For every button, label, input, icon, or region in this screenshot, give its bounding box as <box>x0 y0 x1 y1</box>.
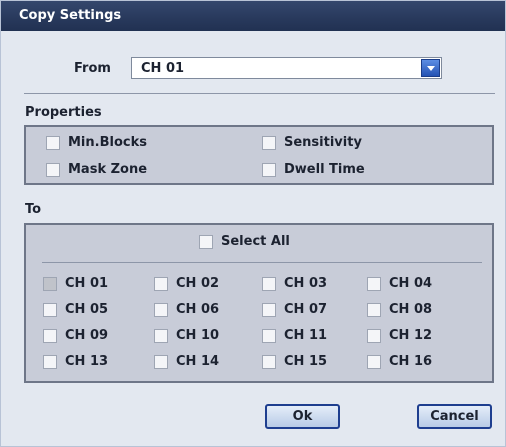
from-label: From <box>74 61 111 76</box>
checkbox[interactable] <box>154 277 168 291</box>
checkbox[interactable] <box>262 136 276 150</box>
divider <box>24 93 495 94</box>
checkbox[interactable] <box>262 277 276 291</box>
checkbox[interactable] <box>154 355 168 369</box>
checkbox-label: CH 10 <box>176 328 220 343</box>
checkbox[interactable] <box>43 329 57 343</box>
checkbox[interactable] <box>46 163 60 177</box>
checkbox-label: CH 14 <box>176 354 220 369</box>
ok-button[interactable]: Ok <box>265 404 340 429</box>
checkbox-label: CH 08 <box>389 302 433 317</box>
properties-group: Min.Blocks Sensitivity Mask Zone Dwell T… <box>24 125 494 185</box>
divider <box>42 262 482 263</box>
cancel-button[interactable]: Cancel <box>417 404 492 429</box>
to-label: To <box>25 202 42 217</box>
checkbox[interactable] <box>367 355 381 369</box>
title-bar: Copy Settings <box>1 1 505 31</box>
checkbox[interactable] <box>262 303 276 317</box>
checkbox-label: CH 02 <box>176 276 220 291</box>
checkbox-label: Dwell Time <box>284 162 365 177</box>
copy-settings-dialog: Copy Settings From CH 01 Properties Min.… <box>0 0 506 447</box>
checkbox-label: CH 09 <box>65 328 109 343</box>
checkbox-label: CH 12 <box>389 328 433 343</box>
checkbox-label: CH 05 <box>65 302 109 317</box>
checkbox[interactable] <box>154 303 168 317</box>
to-group: Select All CH 01 CH 02 CH 03 CH 04 CH 05… <box>24 223 494 383</box>
checkbox-label: Mask Zone <box>68 162 148 177</box>
checkbox-label: Select All <box>221 234 290 249</box>
checkbox[interactable] <box>262 355 276 369</box>
from-selected-value: CH 01 <box>141 61 185 76</box>
checkbox-label: CH 11 <box>284 328 328 343</box>
checkbox-label: CH 04 <box>389 276 433 291</box>
checkbox[interactable] <box>367 329 381 343</box>
checkbox[interactable] <box>262 329 276 343</box>
checkbox-label: Sensitivity <box>284 135 362 150</box>
checkbox-label: CH 03 <box>284 276 328 291</box>
checkbox-label: CH 01 <box>65 276 109 291</box>
checkbox <box>43 277 57 291</box>
checkbox[interactable] <box>154 329 168 343</box>
properties-label: Properties <box>25 105 102 120</box>
checkbox[interactable] <box>46 136 60 150</box>
from-channel-select[interactable]: CH 01 <box>131 57 442 79</box>
checkbox[interactable] <box>367 303 381 317</box>
checkbox[interactable] <box>43 355 57 369</box>
checkbox-label: Min.Blocks <box>68 135 147 150</box>
checkbox-label: CH 07 <box>284 302 328 317</box>
dialog-title: Copy Settings <box>19 8 122 23</box>
checkbox-label: CH 16 <box>389 354 433 369</box>
checkbox[interactable] <box>262 163 276 177</box>
checkbox[interactable] <box>43 303 57 317</box>
dropdown-arrow-icon[interactable] <box>421 59 440 77</box>
checkbox-label: CH 06 <box>176 302 220 317</box>
checkbox-label: CH 13 <box>65 354 109 369</box>
checkbox[interactable] <box>367 277 381 291</box>
checkbox-label: CH 15 <box>284 354 328 369</box>
checkbox[interactable] <box>199 235 213 249</box>
